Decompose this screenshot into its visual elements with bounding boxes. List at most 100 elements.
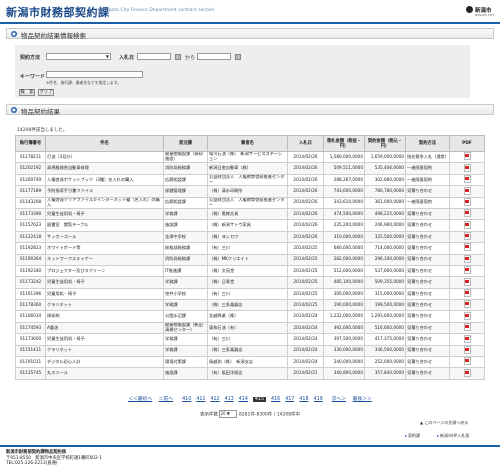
table-cell: 2014/02/24: [287, 344, 324, 358]
clear-button[interactable]: クリア: [38, 89, 54, 96]
pdf-cell: [449, 287, 485, 301]
pdf-icon[interactable]: [463, 277, 471, 286]
table-cell: 一者随意契約: [405, 173, 450, 187]
pdf-icon[interactable]: [463, 152, 471, 161]
table-cell: 灯油（3月分）: [45, 150, 164, 164]
pdf-cell: [449, 344, 485, 358]
pdf-icon[interactable]: [463, 300, 471, 309]
table-cell: ホワイトボード等: [45, 242, 164, 255]
table-cell: 01191396: [15, 287, 46, 301]
table-cell: （株）三条楽器店: [207, 299, 288, 312]
table-row: 01177189 予防指導手引書ファイル 保健管理課 （株）清水印刷所 2014/02/…: [15, 185, 485, 198]
table-row: 01122418 サッカーゴール 金津中学校 （株）ヨシカワ 2014/02/26 310…: [15, 230, 485, 244]
city-logo[interactable]: 新潟市 NIIGATA CITY: [466, 5, 496, 19]
table-cell: 廃棄物施設課（新田清掃センター）: [163, 321, 208, 335]
table-cell: 199,500,0000: [364, 299, 406, 312]
col-header: 契約方法: [405, 135, 450, 152]
last-page-link[interactable]: 最後＞＞: [353, 395, 372, 402]
pdf-icon[interactable]: [463, 186, 471, 195]
table-cell: 公園水辺課: [163, 310, 208, 323]
table-cell: 新潟日産自動車（株）: [207, 162, 288, 175]
pdf-icon[interactable]: [463, 266, 471, 275]
pdf-icon[interactable]: [463, 323, 471, 332]
keyword-input[interactable]: [46, 71, 143, 78]
table-cell: 474,500,0000: [323, 207, 365, 221]
current-page[interactable]: 415: [252, 397, 267, 402]
page-link[interactable]: 417: [285, 397, 294, 402]
calendar-icon[interactable]: [175, 53, 181, 60]
pdf-icon[interactable]: [463, 220, 471, 229]
site-title[interactable]: 新潟市財務部契約課: [6, 4, 110, 20]
pdf-icon[interactable]: [463, 368, 471, 377]
prev-page-link[interactable]: ＜前へ: [159, 395, 173, 402]
page-link[interactable]: 410: [182, 397, 191, 402]
first-page-link[interactable]: ＜＜最初へ: [128, 395, 152, 402]
table-cell: 01178360: [15, 299, 46, 312]
table-cell: 535,406,0000: [364, 162, 406, 175]
page-link[interactable]: 413: [225, 397, 234, 402]
table-row: 01191396 児童用机・椅子 笹井小学校 （有）三川 2014/02/25 300,0…: [15, 287, 485, 301]
pdf-icon[interactable]: [463, 209, 471, 218]
chevron-down-icon: ▼: [105, 54, 109, 59]
pdf-icon[interactable]: [463, 175, 471, 184]
table-cell: 指名競争入札（通常）: [405, 150, 450, 164]
page-link[interactable]: 419: [314, 397, 323, 402]
date-to-input[interactable]: [197, 53, 231, 60]
pdf-icon[interactable]: [463, 357, 471, 366]
pdf-icon[interactable]: [463, 334, 471, 343]
table-cell: 01174593: [15, 321, 46, 335]
table-cell: 680,000,0000: [323, 242, 365, 255]
table-cell: A重油: [45, 321, 164, 335]
pdf-icon[interactable]: [463, 232, 471, 241]
table-cell: 01143208: [15, 196, 46, 209]
date-from-input[interactable]: [137, 53, 171, 60]
site-subtitle: Niigata City Finance Department contract…: [103, 8, 215, 13]
page-link[interactable]: 418: [299, 397, 308, 402]
table-cell: （有）三川: [207, 242, 288, 255]
pdf-icon[interactable]: [463, 198, 471, 206]
table-cell: 2014/02/25: [287, 276, 324, 289]
table-cell: 325,500,0000: [364, 230, 406, 244]
table-cell: （有）三川: [207, 333, 288, 346]
table-cell: 01151411: [15, 344, 46, 358]
table-row: 01143208 人権啓発クリアファイル②インターネット編（名入れ）の購入 広聴相談…: [15, 196, 485, 209]
pdf-cell: [449, 276, 485, 289]
date-sep: から: [185, 55, 196, 61]
table-cell: 堀川石油（株） 新潟サービスステーション: [207, 150, 288, 164]
table-row: 01173600 児童生徒用机・椅子 学務課 （有）三川 2014/02/24 397,5…: [15, 333, 485, 346]
pdf-icon[interactable]: [463, 346, 471, 354]
page-link[interactable]: 414: [239, 397, 248, 402]
page-number-list: 410 411 412 413 414 415 416 417 418 419: [180, 397, 326, 402]
table-cell: 2014/02/26: [287, 162, 324, 175]
keyword-note: ※件名、施行課、業者名などを指定します。: [46, 80, 121, 85]
next-page-link[interactable]: 次へ＞: [332, 395, 346, 402]
table-row: 01166034 焼却剤 公園水辺課 北越興業（株） 2014/02/24 1,232,0…: [15, 310, 485, 323]
page-link[interactable]: 411: [196, 397, 205, 402]
pdf-icon[interactable]: [463, 312, 471, 320]
per-page-select[interactable]: 20 ▼: [219, 410, 238, 418]
keyword-label: キーワード: [20, 74, 46, 80]
method-select[interactable]: ▼: [46, 53, 111, 60]
table-cell: （株）新潟サトウ家具: [207, 219, 288, 232]
table-row: 01173242 児童生徒用机・椅子 学務課 （株）日青堂 2014/02/25 485,…: [15, 276, 485, 289]
pdf-icon[interactable]: [463, 243, 471, 252]
pdf-icon[interactable]: [463, 163, 471, 172]
table-cell: 357,840,0000: [364, 367, 406, 380]
table-row: 01202192 高規格救急自動車修理 消防局総務課 新潟日産自動車（株） 2014/0…: [15, 162, 485, 175]
pdf-icon[interactable]: [463, 289, 471, 298]
table-cell: 302,680,0000: [364, 173, 406, 187]
footer-link-city-hp[interactable]: 新潟市HP入札版: [437, 433, 469, 439]
table-cell: 361,000,0000: [364, 196, 406, 209]
table-row: 01173390 児童生徒用机・椅子 学務課 （株）奥様文具 2014/02/26 474…: [15, 207, 485, 221]
site-footer: 新潟市財務部契約課物品契約係 〒951-8550 新潟市中央区学校町通1番町60…: [0, 445, 500, 467]
pdf-icon[interactable]: [463, 255, 471, 263]
table-cell: 見積り合わせ: [405, 310, 450, 323]
page-link[interactable]: 416: [271, 397, 280, 402]
table-cell: 01177189: [15, 185, 46, 198]
back-to-top-link[interactable]: ▲ このページの先頭へ戻る: [420, 420, 468, 426]
search-button[interactable]: 検 索: [19, 89, 35, 96]
footer-link-contract[interactable]: 契約課: [405, 433, 420, 439]
calendar-icon[interactable]: [235, 53, 241, 60]
page-link[interactable]: 412: [210, 397, 219, 402]
results-heading-text: 物品契約結果: [21, 108, 60, 116]
